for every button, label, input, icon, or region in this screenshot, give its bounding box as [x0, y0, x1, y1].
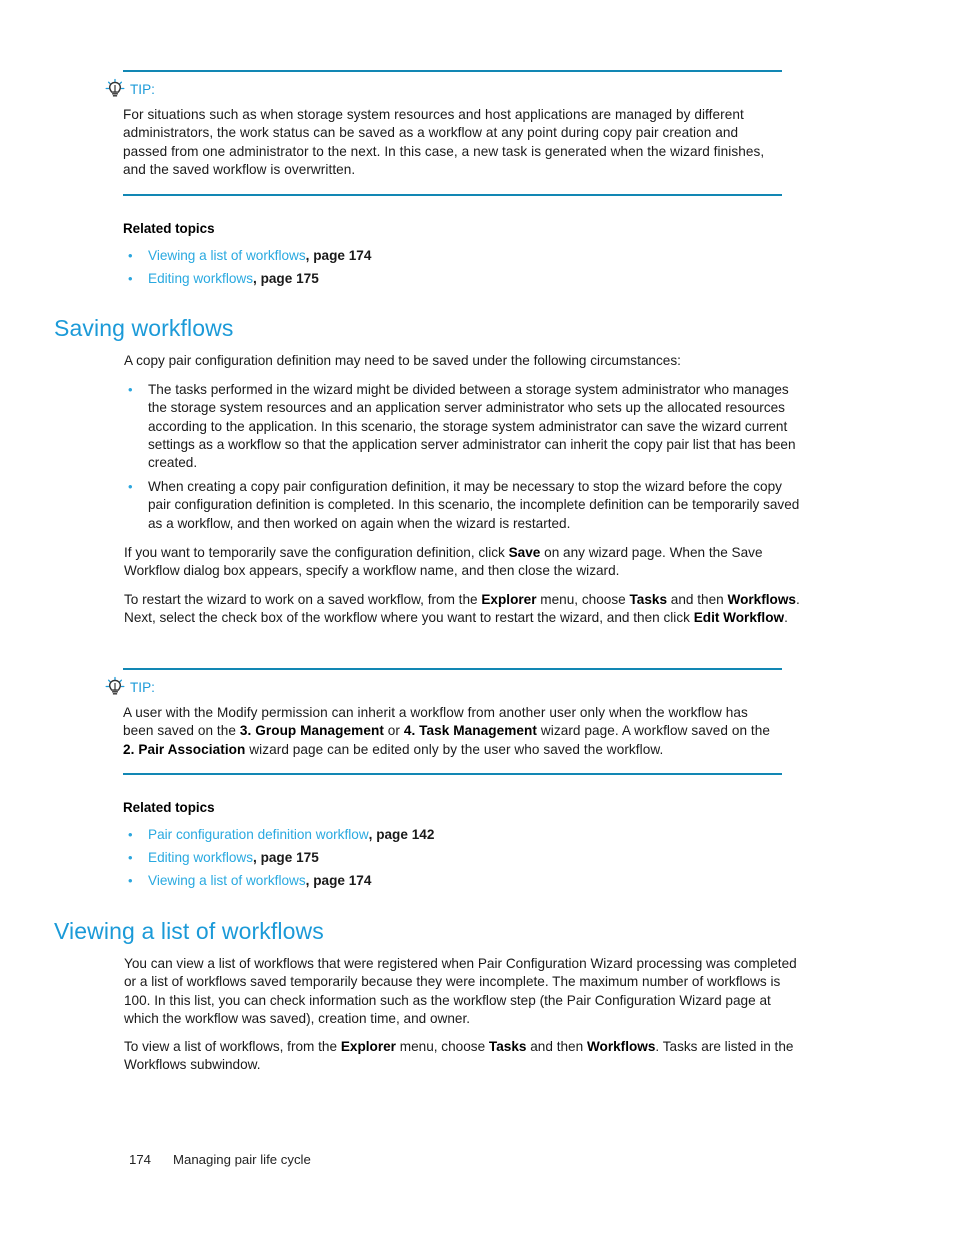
cross-reference-link[interactable]: Editing workflows — [148, 850, 253, 865]
page-title-viewing-list: Viewing a list of workflows — [54, 918, 324, 944]
list-item[interactable]: • Editing workflows, page 175 — [123, 848, 783, 871]
related-topics-title-1: Related topics — [123, 221, 215, 236]
bullet-icon: • — [128, 382, 133, 397]
cross-reference-page: , page 175 — [253, 850, 319, 865]
list-item[interactable]: • Viewing a list of workflows, page 174 — [123, 246, 783, 269]
cross-reference-page: , page 142 — [368, 827, 435, 842]
tip-top-rule — [123, 70, 782, 72]
bullet-icon: • — [128, 271, 133, 286]
saving-intro-paragraph: A copy pair configuration definition may… — [124, 353, 681, 368]
cross-reference-page: , page 175 — [253, 271, 319, 286]
tip-callout-1: TIP: For situations such as when storage… — [104, 70, 782, 196]
cross-reference-link[interactable]: Editing workflows — [148, 271, 253, 286]
viewing-paragraph-1: You can view a list of workflows that we… — [124, 956, 797, 1026]
tip-bottom-rule — [123, 194, 782, 196]
page-footer: 174 Managing pair life cycle — [129, 1152, 311, 1167]
saving-bullet-2: • When creating a copy pair configuratio… — [128, 479, 800, 531]
footer-chapter-title: Managing pair life cycle — [173, 1152, 311, 1167]
cross-reference-link[interactable]: Viewing a list of workflows — [148, 248, 306, 263]
related-topics-list-2: • Pair configuration definition workflow… — [123, 825, 783, 894]
tip-label-2: TIP: — [130, 680, 155, 695]
document-page: TIP: For situations such as when storage… — [0, 0, 954, 1235]
saving-paragraph-2: If you want to temporarily save the conf… — [124, 545, 763, 579]
list-item[interactable]: • Viewing a list of workflows, page 174 — [123, 871, 783, 894]
cross-reference-page: , page 174 — [305, 248, 372, 263]
cross-reference-link[interactable]: Viewing a list of workflows — [148, 873, 306, 888]
footer-page-number: 174 — [129, 1152, 152, 1167]
tip-label-1: TIP: — [130, 82, 155, 97]
tip-bottom-rule — [123, 773, 782, 775]
page-title-saving-workflows: Saving workflows — [54, 315, 234, 341]
bullet-icon: • — [128, 850, 133, 865]
tip-top-rule — [123, 668, 782, 670]
saving-paragraph-3: To restart the wizard to work on a saved… — [124, 592, 800, 626]
related-topics-title-2: Related topics — [123, 800, 215, 815]
saving-bullet-1: • The tasks performed in the wizard migh… — [128, 382, 796, 471]
lightbulb-icon — [104, 78, 126, 100]
lightbulb-icon — [104, 676, 126, 698]
bullet-icon: • — [128, 873, 133, 888]
cross-reference-page: , page 174 — [305, 873, 372, 888]
viewing-paragraph-2: To view a list of workflows, from the Ex… — [124, 1039, 794, 1073]
bullet-icon: • — [128, 479, 133, 494]
list-item[interactable]: • Pair configuration definition workflow… — [123, 825, 783, 848]
tip-body-2: A user with the Modify permission can in… — [123, 705, 771, 757]
cross-reference-link[interactable]: Pair configuration definition workflow — [148, 827, 369, 842]
list-item[interactable]: • Editing workflows, page 175 — [123, 269, 783, 292]
tip-body-1: For situations such as when storage syst… — [123, 107, 765, 178]
tip-callout-2: TIP: A user with the Modify permission c… — [104, 668, 782, 776]
bullet-icon: • — [128, 248, 133, 263]
bullet-icon: • — [128, 827, 133, 842]
related-topics-list-1: • Viewing a list of workflows, page 174 … — [123, 246, 783, 292]
